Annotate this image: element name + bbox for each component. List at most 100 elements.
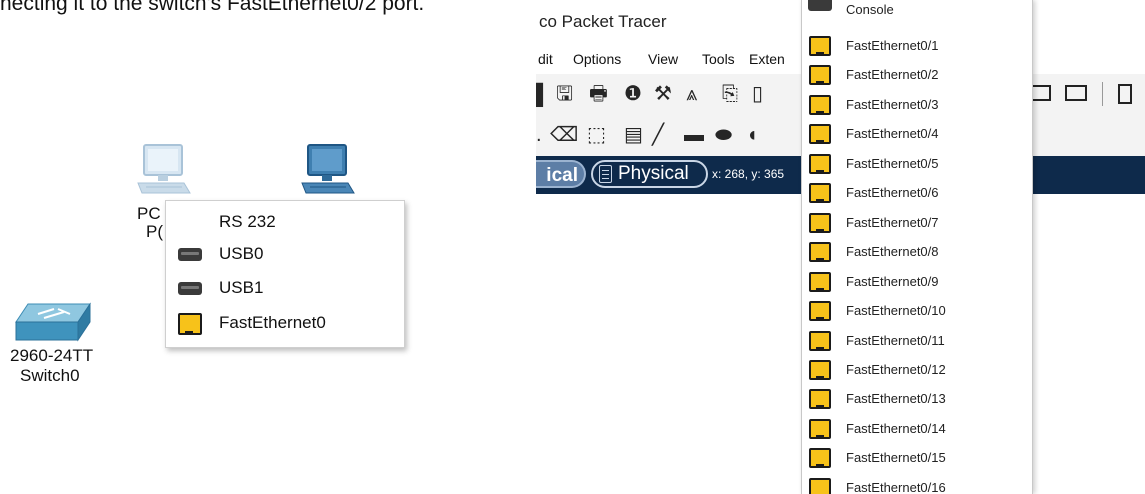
port-label: FastEthernet0/1 <box>846 38 939 53</box>
ethernet-port-icon <box>809 359 831 380</box>
port-label: FastEthernet0/6 <box>846 185 939 201</box>
paste-icon[interactable]: ▯ <box>752 83 763 105</box>
ethernet-port-icon <box>809 477 831 494</box>
toolbar-divider <box>1102 82 1103 106</box>
console-port-icon <box>808 0 832 11</box>
info-icon[interactable]: ❶ <box>624 83 642 105</box>
switch-name-label: Switch0 <box>20 366 80 385</box>
port-item[interactable]: FastEthernet0/12 <box>802 357 1032 386</box>
pc0-label: PC <box>137 204 161 223</box>
port-item[interactable]: FastEthernet0/4 <box>802 121 1032 150</box>
port-item[interactable]: FastEthernet0/10 <box>802 298 1032 327</box>
cursor-coordinates: x: 268, y: 365 <box>712 167 785 181</box>
usb-icon <box>176 243 202 265</box>
menu-edit[interactable]: dit <box>538 51 553 67</box>
tab-physical[interactable]: Physical <box>591 160 708 188</box>
usb-icon <box>176 277 202 299</box>
delete-icon[interactable]: ⌫ <box>550 124 578 146</box>
pc0-label-line2: P( <box>146 222 163 241</box>
port-label: FastEthernet0/8 <box>846 244 939 260</box>
ethernet-port-icon <box>809 389 831 410</box>
menu-item-usb0[interactable]: USB0 <box>166 238 404 270</box>
port-label: FastEthernet0/15 <box>846 450 946 466</box>
copy-icon[interactable]: ⎘ <box>722 83 738 105</box>
port-label: FastEthernet0/14 <box>846 420 946 436</box>
ethernet-port-icon <box>809 94 831 115</box>
tab-physical-label: Physical <box>618 163 689 184</box>
ethernet-port-icon <box>809 124 831 145</box>
menu-item-label: FastEthernet0 <box>219 313 326 332</box>
port-item[interactable]: FastEthernet0/16 <box>802 475 1032 494</box>
port-item[interactable]: FastEthernet0/9 <box>802 269 1032 298</box>
switch-icon[interactable] <box>14 300 92 346</box>
ethernet-port-icon <box>809 212 831 233</box>
pc0-icon[interactable] <box>136 143 192 203</box>
port-label: FastEthernet0/11 <box>846 332 945 348</box>
line-icon[interactable]: ╱ <box>652 124 664 146</box>
port-item[interactable]: FastEthernet0/2 <box>802 62 1032 91</box>
port-label: FastEthernet0/2 <box>846 67 939 83</box>
list-icon[interactable] <box>1065 85 1087 101</box>
tab-logical[interactable]: ical <box>536 160 586 188</box>
ethernet-port-icon <box>809 183 831 204</box>
print-icon[interactable]: 🖶 <box>589 83 608 105</box>
pc-port-menu: RS 232 USB0 USB1 FastEthernet0 <box>165 200 405 348</box>
ethernet-port-icon <box>176 312 202 335</box>
ethernet-port-icon <box>809 418 831 439</box>
note-icon[interactable]: ▤ <box>624 124 643 146</box>
menu-item-rs232[interactable]: RS 232 <box>166 206 404 238</box>
menu-item-label: USB0 <box>219 244 264 263</box>
port-label: FastEthernet0/3 <box>846 96 939 112</box>
switch-port-list: Console FastEthernet0/1 FastEthernet0/2 Fa… <box>801 0 1033 494</box>
open-icon[interactable]: ▌ <box>536 84 550 106</box>
notepad-icon[interactable] <box>1118 84 1132 104</box>
ethernet-port-icon <box>809 301 831 322</box>
port-item[interactable]: FastEthernet0/11 <box>802 328 1032 357</box>
port-item[interactable]: FastEthernet0/15 <box>802 445 1032 474</box>
wizard-icon[interactable]: ⚒ <box>654 83 672 105</box>
ethernet-port-icon <box>809 242 831 263</box>
menu-options[interactable]: Options <box>573 51 621 67</box>
port-label: FastEthernet0/5 <box>846 155 939 171</box>
menu-item-fastethernet0[interactable]: FastEthernet0 <box>166 307 404 339</box>
pc1-icon[interactable] <box>300 143 356 203</box>
network-info-icon[interactable]: ⩓ <box>686 83 697 105</box>
rectangle-icon[interactable]: ▬ <box>684 124 704 146</box>
port-label: FastEthernet0/9 <box>846 273 939 289</box>
port-item[interactable]: FastEthernet0/5 <box>802 151 1032 180</box>
port-item[interactable]: FastEthernet0/1 <box>802 33 1032 62</box>
menu-extensions[interactable]: Exten <box>749 51 785 67</box>
select-icon[interactable]: . <box>536 124 542 146</box>
menu-item-label: RS 232 <box>219 212 276 231</box>
port-label: FastEthernet0/12 <box>846 361 946 377</box>
port-label: FastEthernet0/7 <box>846 214 939 230</box>
port-item-console[interactable]: Console <box>802 0 1032 22</box>
switch-model-label: 2960-24TT <box>10 346 94 365</box>
save-icon[interactable]: 🖫 <box>556 83 573 105</box>
port-item[interactable]: FastEthernet0/8 <box>802 239 1032 268</box>
port-item[interactable]: FastEthernet0/14 <box>802 416 1032 445</box>
port-label: Console <box>846 2 894 17</box>
freeform-icon[interactable]: ◖ <box>746 124 758 146</box>
port-label: FastEthernet0/16 <box>846 479 946 494</box>
menu-view[interactable]: View <box>648 51 678 67</box>
menu-item-usb1[interactable]: USB1 <box>166 272 404 304</box>
ethernet-port-icon <box>809 271 831 292</box>
instruction-text: necting it to the switch's FastEthernet0… <box>0 0 425 15</box>
ethernet-port-icon <box>809 448 831 469</box>
ethernet-port-icon <box>809 330 831 351</box>
port-label: FastEthernet0/4 <box>846 126 939 142</box>
port-item[interactable]: FastEthernet0/13 <box>802 386 1032 415</box>
port-item[interactable]: FastEthernet0/7 <box>802 210 1032 239</box>
menu-tools[interactable]: Tools <box>702 51 735 67</box>
physical-icon <box>599 165 612 183</box>
ellipse-icon[interactable]: ⬬ <box>715 124 732 146</box>
port-label: FastEthernet0/13 <box>846 391 946 407</box>
ethernet-port-icon <box>809 65 831 86</box>
ethernet-port-icon <box>809 153 831 174</box>
ethernet-port-icon <box>809 36 831 56</box>
port-item[interactable]: FastEthernet0/6 <box>802 180 1032 209</box>
port-item[interactable]: FastEthernet0/3 <box>802 92 1032 121</box>
port-label: FastEthernet0/10 <box>846 303 946 319</box>
resize-icon[interactable]: ⬚ <box>587 124 606 146</box>
